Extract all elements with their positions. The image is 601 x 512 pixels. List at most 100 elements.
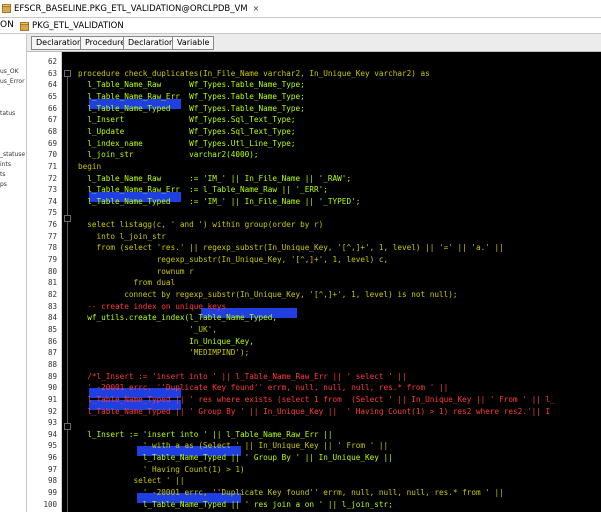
- tab-package-editor[interactable]: EFSCR_BASELINE.PKG_ETL_VALIDATION@ORCLPD…: [2, 1, 259, 16]
- code-line: l_index_name Wf_Types.Utl_Line_Type;: [78, 138, 296, 148]
- line-number: 89: [47, 371, 57, 381]
- line-number: 66: [47, 103, 57, 113]
- tab-pkg-etl-validation[interactable]: PKG_ETL_VALIDATION: [20, 19, 124, 33]
- code-line: ' Having Count(1) > 1): [78, 464, 245, 474]
- line-number: 69: [47, 138, 57, 148]
- line-number: 91: [47, 394, 57, 404]
- code-line: '_UK',: [78, 324, 217, 334]
- line-number: 67: [47, 115, 57, 125]
- line-number: 87: [47, 348, 57, 358]
- object-browser-panel: us_OK us_Error tatus _statuse ints ts ps: [0, 34, 27, 512]
- line-number: 83: [47, 301, 57, 311]
- tree-item[interactable]: ps: [0, 181, 7, 188]
- code-line: wf_utils.create_index(l_Table_Name_Typed…: [78, 313, 278, 323]
- fold-marker-icon[interactable]: [64, 423, 71, 430]
- line-number: 92: [47, 406, 57, 416]
- code-line: l_Table_Name_Raw Wf_Types.Table_Name_Typ…: [78, 80, 305, 90]
- line-number: 62: [47, 57, 57, 66]
- code-line: /*l_Insert := 'insert into ' || l_Table_…: [78, 371, 407, 381]
- line-number: 88: [47, 359, 57, 369]
- code-line: l_Table_Name_Raw := 'IM_' || In_File_Nam…: [78, 173, 352, 183]
- code-line: l_Table_Name_Typed || ' res where exists…: [78, 394, 555, 404]
- code-line: -- create index on unique keys: [78, 301, 227, 311]
- variable-button[interactable]: Variable: [172, 36, 215, 50]
- line-number: 85: [47, 324, 57, 334]
- code-line: ' -20001 errc, ''Duplicate Key found'' e…: [78, 488, 504, 498]
- line-number: 73: [47, 185, 57, 195]
- code-editor[interactable]: procedure check_duplicates(In_File_Name …: [62, 52, 601, 512]
- code-line: regexp_substr(In_Unique_Key, '[^,]+', 1,…: [78, 255, 389, 265]
- line-number: 97: [47, 464, 57, 474]
- code-line: l_Table_Name_Typed || ' res join a on ' …: [78, 499, 393, 509]
- tree-item[interactable]: ts: [0, 171, 5, 178]
- code-line: l_Table_Name_Typed || ' Group By ' || In…: [78, 406, 551, 416]
- line-number: 76: [47, 220, 57, 230]
- code-line: ' with a as (Select ' || In_Unique_Key |…: [78, 441, 389, 451]
- code-line: In_Unique_Key,: [78, 336, 254, 346]
- subtab-bar: ON PKG_ETL_VALIDATION: [0, 18, 601, 34]
- code-line: select listagg(c, ' and ') within group(…: [78, 220, 324, 230]
- line-number: 80: [47, 266, 57, 276]
- code-line: l_Insert := 'insert into ' || l_Table_Na…: [78, 429, 333, 439]
- line-number: 86: [47, 336, 57, 346]
- line-number: 65: [47, 91, 57, 101]
- declaration-button[interactable]: Declaration: [123, 36, 180, 50]
- line-number: 77: [47, 231, 57, 241]
- line-number: 93: [47, 418, 57, 428]
- code-line: l_Table_Name_Typed := 'IM_' || In_File_N…: [78, 196, 361, 206]
- code-line: begin: [78, 161, 102, 171]
- code-line: connect by regexp_substr(In_Unique_Key, …: [78, 290, 458, 299]
- line-number: 95: [47, 441, 57, 451]
- tree-item[interactable]: tatus: [0, 110, 15, 117]
- line-number: 68: [47, 126, 57, 136]
- line-number: 99: [47, 488, 57, 498]
- line-number: 63: [47, 68, 57, 78]
- tree-item[interactable]: ints: [0, 161, 11, 168]
- code-line: l_Insert Wf_Types.Sql_Text_Type;: [78, 115, 296, 125]
- code-line: l_Update Wf_Types.Sql_Text_Type;: [78, 126, 296, 136]
- code-line: l_Table_Name_Typed Wf_Types.Table_Name_T…: [78, 103, 305, 113]
- code-line: from (select 'res.' || regexp_substr(In_…: [78, 243, 504, 253]
- package-icon: [20, 21, 29, 31]
- window-tab-bar: EFSCR_BASELINE.PKG_ETL_VALIDATION@ORCLPD…: [0, 0, 601, 18]
- declaration-button[interactable]: Declaration: [31, 36, 88, 50]
- line-number: 70: [47, 150, 57, 160]
- left-label: ON: [0, 20, 14, 30]
- line-number-gutter: 62 63 64 65 66 67 68 69 70 71 72 73 74 75 76 77 78 79 80 81…: [27, 52, 62, 512]
- subtab-title: PKG_ETL_VALIDATION: [32, 21, 124, 31]
- code-line: select ' ||: [78, 476, 185, 486]
- tab-title: EFSCR_BASELINE.PKG_ETL_VALIDATION@ORCLPD…: [14, 3, 248, 14]
- fold-guide: [66, 74, 68, 512]
- line-number: 72: [47, 173, 57, 183]
- line-number: 96: [47, 453, 57, 463]
- code-line: l_join_str varchar2(4000);: [78, 150, 259, 160]
- line-number: 84: [47, 313, 57, 323]
- code-line: l_Table_Name_Raw_Err Wf_Types.Table_Name…: [78, 91, 305, 101]
- line-number: 94: [47, 429, 57, 439]
- fold-marker-icon[interactable]: [64, 215, 71, 222]
- code-line: l_Table_Name_Raw_Err := l_Table_Name_Raw…: [78, 185, 328, 195]
- editor-toolbar: Declaration Procedure Declaration Variab…: [27, 34, 601, 52]
- code-line: rownum r: [78, 266, 194, 276]
- code-line: l_Table_Name_Typed || ' Group By ' || In…: [78, 453, 393, 463]
- line-number: 90: [47, 383, 57, 393]
- tree-item[interactable]: us_OK: [0, 68, 19, 75]
- line-number: 78: [47, 243, 57, 253]
- close-icon[interactable]: ×: [253, 4, 260, 13]
- code-line: into l_join_str: [78, 231, 166, 241]
- tree-item[interactable]: us_Error: [0, 78, 25, 85]
- code-line: from dual: [78, 278, 176, 288]
- line-number: 82: [47, 290, 57, 299]
- code-line: 'MEDIMPIND');: [78, 348, 250, 358]
- line-number: 81: [47, 278, 57, 288]
- fold-marker-icon[interactable]: [64, 70, 71, 77]
- line-number: 100: [43, 499, 57, 509]
- line-number: 98: [47, 476, 57, 486]
- line-number: 74: [47, 196, 57, 206]
- tree-item[interactable]: _statuse: [0, 151, 25, 158]
- line-number: 64: [47, 80, 57, 90]
- line-number: 79: [47, 255, 57, 265]
- code-line: ' -20001 errc, ''Duplicate Key found'' e…: [78, 383, 449, 393]
- code-line: procedure check_duplicates(In_File_Name …: [78, 68, 430, 78]
- line-number: 71: [47, 161, 57, 171]
